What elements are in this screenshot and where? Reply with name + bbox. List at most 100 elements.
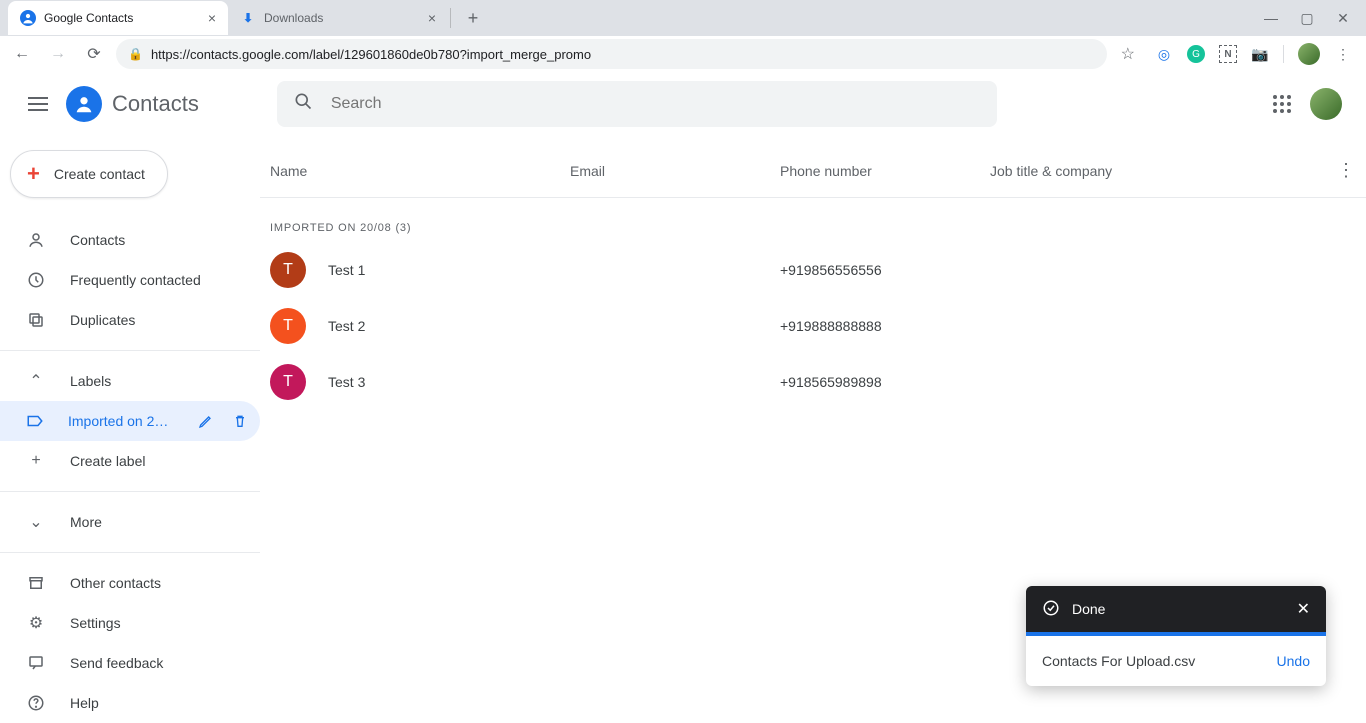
sidebar: + Create contact Contacts Frequently con…: [0, 136, 260, 720]
person-icon: [26, 231, 46, 249]
contact-row[interactable]: T Test 3 +918565989898: [260, 354, 1366, 410]
ext-grammarly-icon[interactable]: G: [1187, 45, 1205, 63]
contact-name: Test 1: [328, 262, 570, 278]
nav-other-contacts[interactable]: Other contacts: [0, 563, 260, 603]
undo-button[interactable]: Undo: [1277, 653, 1310, 669]
favicon-download-icon: ⬇: [240, 10, 256, 26]
back-button[interactable]: ←: [8, 40, 36, 68]
contact-name: Test 3: [328, 374, 570, 390]
toast-body: Contacts For Upload.csv Undo: [1026, 636, 1326, 686]
nav-settings[interactable]: ⚙ Settings: [0, 603, 260, 643]
table-header: Name Email Phone number Job title & comp…: [260, 150, 1366, 198]
group-header: IMPORTED ON 20/08 (3): [260, 198, 1366, 242]
nav-frequent[interactable]: Frequently contacted: [0, 260, 260, 300]
tab-downloads[interactable]: ⬇ Downloads ×: [228, 1, 448, 35]
nav-duplicates[interactable]: Duplicates: [0, 300, 260, 340]
content: + Create contact Contacts Frequently con…: [0, 136, 1366, 720]
contact-row[interactable]: T Test 2 +919888888888: [260, 298, 1366, 354]
edit-label-icon[interactable]: [194, 409, 218, 433]
more-text: More: [70, 514, 102, 530]
label-actions: [194, 409, 252, 433]
contact-row[interactable]: T Test 1 +919856556556: [260, 242, 1366, 298]
nav-label: Settings: [70, 615, 121, 631]
reload-button[interactable]: ⟳: [80, 40, 108, 68]
ext-camera-icon[interactable]: 📷: [1251, 45, 1269, 63]
star-icon[interactable]: ☆: [1121, 44, 1135, 64]
browser-chrome: Google Contacts × ⬇ Downloads × + — ▢ ✕ …: [0, 0, 1366, 72]
delete-label-icon[interactable]: [228, 409, 252, 433]
create-label-text: Create label: [70, 453, 146, 469]
divider: [0, 552, 260, 553]
label-icon: [26, 412, 44, 430]
new-tab-button[interactable]: +: [459, 4, 487, 32]
nav-label: Frequently contacted: [70, 272, 201, 288]
nav-label: Duplicates: [70, 312, 135, 328]
tab-google-contacts[interactable]: Google Contacts ×: [8, 1, 228, 35]
url-text: https://contacts.google.com/label/129601…: [151, 47, 591, 62]
contact-avatar: T: [270, 252, 306, 288]
contact-avatar: T: [270, 308, 306, 344]
nav-more[interactable]: ⌄ More: [0, 502, 260, 542]
labels-header-text: Labels: [70, 373, 111, 389]
forward-button[interactable]: →: [44, 40, 72, 68]
lock-icon: 🔒: [128, 47, 143, 61]
search-icon: [293, 91, 313, 116]
toast-header: Done ✕: [1026, 586, 1326, 632]
nav-label-imported[interactable]: Imported on 20/08: [0, 401, 260, 441]
create-contact-button[interactable]: + Create contact: [10, 150, 168, 198]
label-name: Imported on 20/08: [68, 413, 170, 429]
nav-label: Other contacts: [70, 575, 161, 591]
extension-icons: ◎ G N 📷 ⋮: [1149, 43, 1358, 65]
contact-phone: +919856556556: [780, 262, 990, 278]
contact-phone: +919888888888: [780, 318, 990, 334]
nav-create-label[interactable]: + Create label: [0, 441, 260, 481]
nav-labels-header[interactable]: ⌃ Labels: [0, 361, 260, 401]
chevron-down-icon: ⌄: [26, 512, 46, 532]
toast-close-icon[interactable]: ✕: [1297, 599, 1310, 619]
tab-title: Downloads: [264, 11, 323, 25]
google-apps-icon[interactable]: [1272, 94, 1292, 114]
contact-avatar: T: [270, 364, 306, 400]
contacts-logo-icon: [66, 86, 102, 122]
col-job: Job title & company: [990, 163, 1326, 179]
chrome-menu-icon[interactable]: ⋮: [1334, 45, 1352, 63]
chrome-profile-avatar[interactable]: [1298, 43, 1320, 65]
table-menu-icon[interactable]: ⋮: [1326, 160, 1366, 181]
minimize-button[interactable]: —: [1262, 10, 1280, 27]
search-bar[interactable]: [277, 81, 997, 127]
ext-icon-1[interactable]: ◎: [1155, 45, 1173, 63]
app-logo[interactable]: Contacts: [66, 86, 199, 122]
address-bar[interactable]: 🔒 https://contacts.google.com/label/1296…: [116, 39, 1107, 69]
nav-help[interactable]: Help: [0, 683, 260, 723]
search-input[interactable]: [331, 95, 981, 113]
nav-label: Help: [70, 695, 99, 711]
tab-close-icon[interactable]: ×: [208, 10, 216, 26]
col-email: Email: [570, 163, 780, 179]
main-menu-button[interactable]: [16, 82, 60, 126]
chevron-up-icon: ⌃: [26, 371, 46, 391]
archive-icon: [26, 574, 46, 592]
help-icon: [26, 694, 46, 712]
window-controls: — ▢ ✕: [1262, 10, 1366, 27]
nav-label: Send feedback: [70, 655, 163, 671]
gear-icon: ⚙: [26, 613, 46, 633]
app-title: Contacts: [112, 91, 199, 117]
plus-icon: +: [26, 452, 46, 470]
nav-feedback[interactable]: Send feedback: [0, 643, 260, 683]
col-name: Name: [270, 163, 570, 179]
divider: [0, 491, 260, 492]
tab-separator: [450, 8, 451, 28]
feedback-icon: [26, 654, 46, 672]
divider: [0, 350, 260, 351]
separator: [1283, 45, 1284, 63]
clock-icon: [26, 271, 46, 289]
header-right: [1272, 88, 1366, 120]
ext-icon-3[interactable]: N: [1219, 45, 1237, 63]
nav-contacts[interactable]: Contacts: [0, 220, 260, 260]
tab-close-icon[interactable]: ×: [428, 10, 436, 26]
import-done-toast: Done ✕ Contacts For Upload.csv Undo: [1026, 586, 1326, 686]
maximize-button[interactable]: ▢: [1298, 10, 1316, 27]
close-window-button[interactable]: ✕: [1334, 10, 1352, 27]
account-avatar[interactable]: [1310, 88, 1342, 120]
contact-list: T Test 1 +919856556556 T Test 2 +9198888…: [260, 242, 1366, 410]
